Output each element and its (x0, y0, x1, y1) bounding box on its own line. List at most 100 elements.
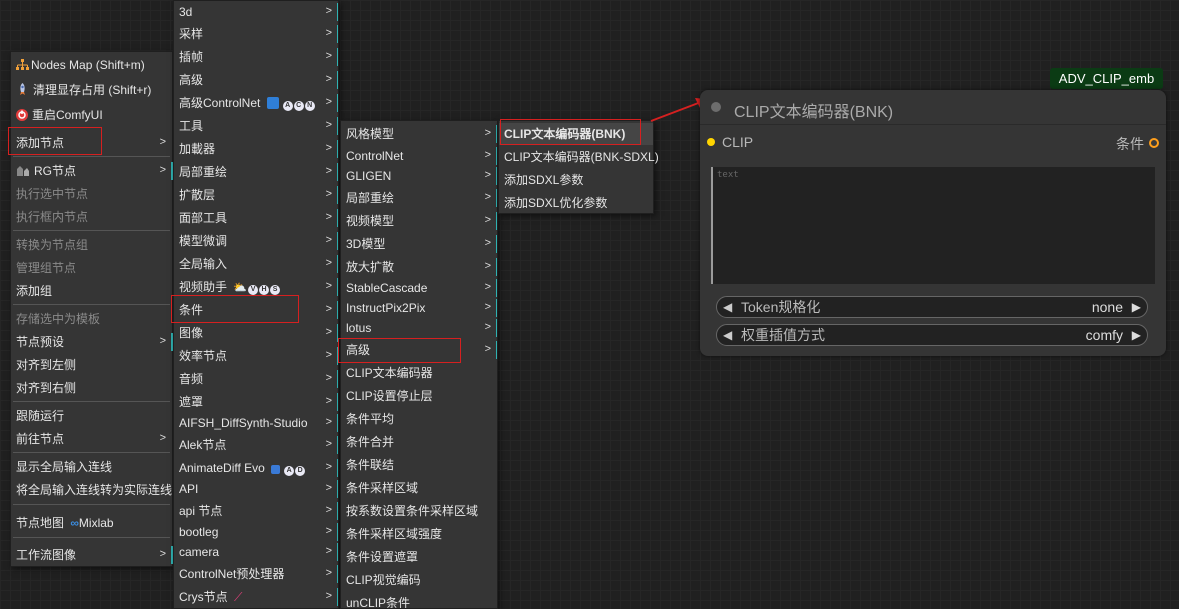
menu-item-label: 加載器 (179, 142, 216, 156)
menu-item-aifsh-diffsynth[interactable]: AIFSH_DiffSynth-Studio > (174, 412, 338, 434)
menu-item-add-sdxl-refine-params[interactable]: 添加SDXL优化参数 (499, 192, 653, 214)
menu-item-advanced-controlnet[interactable]: 高级ControlNet ACN > (174, 92, 338, 114)
menu-item-frame-interp[interactable]: 插帧 > (174, 46, 338, 68)
menu-item-run-in-frame[interactable]: 执行框内节点 (11, 206, 172, 228)
menu-item-diffusion-layers[interactable]: 扩散层 > (174, 184, 338, 206)
menu-item-conditioning-set-mask[interactable]: 条件设置遮罩 (341, 546, 497, 568)
menu-item-conditioning-set-area-strength[interactable]: 条件采样区域强度 (341, 523, 497, 545)
menu-item-rg-nodes[interactable]: RG节点 > (11, 160, 174, 182)
menu-item-clip-vision-encode[interactable]: CLIP视觉编码 (341, 569, 497, 591)
submenu-conditioning: 风格模型 > ControlNet > GLIGEN > 局部重绘 > 视频模型 > 3D… (340, 120, 498, 609)
menu-item-manage-group-nodes[interactable]: 管理组节点 (11, 257, 172, 279)
input-slot-icon[interactable] (707, 138, 715, 146)
menu-item-convert-to-group-node[interactable]: 转换为节点组 (11, 234, 172, 256)
sitemap-icon (16, 59, 29, 70)
menu-item-show-global-links[interactable]: 显示全局输入连线 (11, 456, 172, 478)
right-arrow-icon[interactable]: ▶ (1132, 325, 1141, 345)
menu-item-label: AnimateDiff Evo (179, 461, 265, 475)
menu-item-sampling[interactable]: 采样 > (174, 23, 338, 45)
menu-item-convert-global-links[interactable]: 将全局输入连线转为实际连线 (11, 479, 172, 501)
menu-item-controlnet[interactable]: ControlNet > (341, 145, 497, 167)
menu-item-bootleg[interactable]: bootleg > (174, 521, 338, 543)
chevron-right-icon: > (325, 349, 332, 361)
output-slot-icon[interactable] (1149, 138, 1159, 148)
menu-item-image[interactable]: 图像 > (174, 322, 338, 344)
chevron-right-icon: > (484, 321, 491, 333)
chevron-right-icon: > (484, 191, 491, 203)
menu-item-audio[interactable]: 音频 > (174, 368, 338, 390)
chevron-right-icon: > (325, 188, 332, 200)
menu-item-loaders[interactable]: 加載器 > (174, 138, 338, 160)
menu-item-add-sdxl-params[interactable]: 添加SDXL参数 (499, 169, 653, 191)
menu-item-add-group[interactable]: 添加组 (11, 280, 172, 302)
output-conditioning-label: 条件 (1116, 136, 1144, 152)
menu-item-animatediff-evo[interactable]: AnimateDiff Evo AD > (174, 457, 338, 479)
menu-item-controlnet-preprocessors[interactable]: ControlNet预处理器 > (174, 563, 338, 585)
menu-item-model-finetune[interactable]: 模型微调 > (174, 230, 338, 252)
menu-divider (13, 504, 170, 505)
badge: A (284, 466, 295, 476)
menu-item-inpaint[interactable]: 局部重绘 > (174, 161, 338, 183)
menu-item-3d[interactable]: 3d > (174, 1, 338, 23)
menu-item-face-tools[interactable]: 面部工具 > (174, 207, 338, 229)
chevron-right-icon: > (484, 214, 491, 226)
menu-item-global-input[interactable]: 全局输入 > (174, 253, 338, 275)
menu-item-crys-nodes[interactable]: Crys节点 ⟋ > (174, 586, 338, 608)
menu-item-clip-set-last-layer[interactable]: CLIP设置停止层 (341, 385, 497, 407)
menu-item-mask[interactable]: 遮罩 > (174, 391, 338, 413)
menu-item-conditioning-combine[interactable]: 条件合并 (341, 431, 497, 453)
menu-item-conditioning-average[interactable]: 条件平均 (341, 408, 497, 430)
menu-item-lotus[interactable]: lotus > (341, 317, 497, 339)
menu-item-instructpix2pix[interactable]: InstructPix2Pix > (341, 297, 497, 319)
menu-item-nodes-map[interactable]: Nodes Map (Shift+m) (11, 54, 172, 76)
menu-item-clear-vram[interactable]: 清理显存占用 (Shift+r) (11, 79, 172, 101)
menu-item-style-model[interactable]: 风格模型 > (341, 123, 497, 145)
weight-interpretation-combo[interactable]: ◀ 权重插值方式 comfy ▶ (716, 324, 1148, 346)
menu-item-clip-text-encode-bnk-sdxl[interactable]: CLIP文本编码器(BNK-SDXL) (499, 146, 659, 168)
menu-item-camera[interactable]: camera > (174, 541, 338, 563)
node-title-bar[interactable]: CLIP文本编码器(BNK) (700, 90, 1166, 125)
menu-item-conditioning-set-area[interactable]: 条件采样区域 (341, 477, 497, 499)
menu-item-video-models[interactable]: 视频模型 > (341, 210, 497, 232)
menu-item-alek-nodes[interactable]: Alek节点 > (174, 434, 338, 456)
menu-item-tools[interactable]: 工具 > (174, 115, 338, 137)
right-arrow-icon[interactable]: ▶ (1132, 297, 1141, 317)
menu-item-unclip-conditioning[interactable]: unCLIP条件 (341, 592, 497, 609)
menu-item-conditioning-set-area-percentage[interactable]: 按系数设置条件采样区域 (341, 500, 497, 522)
menu-item-follow-run[interactable]: 跟随运行 (11, 405, 172, 427)
menu-item-inpaint[interactable]: 局部重绘 > (341, 187, 497, 209)
menu-item-workflow-image[interactable]: 工作流图像 > (11, 544, 174, 566)
menu-item-efficiency-nodes[interactable]: 效率节点 > (174, 345, 338, 367)
menu-item-run-selected[interactable]: 执行选中节点 (11, 183, 172, 205)
token-normalization-combo[interactable]: ◀ Token规格化 none ▶ (716, 296, 1148, 318)
clip-text-encode-bnk-node[interactable]: CLIP文本编码器(BNK) CLIP 条件 text ◀ Token规格化 n… (700, 90, 1166, 356)
node-badge: ADV_CLIP_emb (1050, 68, 1163, 89)
menu-item-stablecascade[interactable]: StableCascade > (341, 277, 497, 299)
menu-item-save-as-template[interactable]: 存储选中为模板 (11, 308, 172, 330)
menu-item-clip-text-encode[interactable]: CLIP文本编码器 (341, 362, 497, 384)
menu-item-label: CLIP文本编码器(BNK-SDXL) (504, 150, 659, 164)
menu-item-advanced[interactable]: 高级 > (174, 69, 338, 91)
menu-item-label: Nodes Map (Shift+m) (31, 58, 145, 72)
left-arrow-icon[interactable]: ◀ (723, 297, 732, 317)
text-input[interactable]: text (711, 167, 1155, 284)
menu-item-align-left[interactable]: 对齐到左侧 (11, 354, 172, 376)
mixlab-label: Mixlab (78, 516, 114, 530)
menu-item-api[interactable]: API > (174, 478, 338, 500)
menu-item-3d-models[interactable]: 3D模型 > (341, 233, 497, 255)
menu-item-go-to-node[interactable]: 前往节点 > (11, 428, 172, 450)
menu-item-align-right[interactable]: 对齐到右侧 (11, 377, 172, 399)
menu-item-api-nodes[interactable]: api 节点 > (174, 500, 338, 522)
menu-item-conditioning-concat[interactable]: 条件联结 (341, 454, 497, 476)
menu-item-node-map[interactable]: 节点地图 ∞Mixlab (11, 512, 172, 534)
menu-item-node-presets[interactable]: 节点预设 > (11, 331, 174, 353)
collapse-dot-icon[interactable] (711, 102, 721, 112)
input-clip-label: CLIP (722, 134, 754, 150)
menu-item-restart-comfyui[interactable]: 重启ComfyUI (11, 104, 172, 126)
menu-item-upscale-diffusion[interactable]: 放大扩散 > (341, 256, 497, 278)
chevron-right-icon: > (325, 372, 332, 384)
left-arrow-icon[interactable]: ◀ (723, 325, 732, 345)
menu-item-gligen[interactable]: GLIGEN > (341, 165, 497, 187)
chevron-right-icon: > (159, 335, 166, 347)
menu-item-label: unCLIP条件 (346, 596, 411, 609)
